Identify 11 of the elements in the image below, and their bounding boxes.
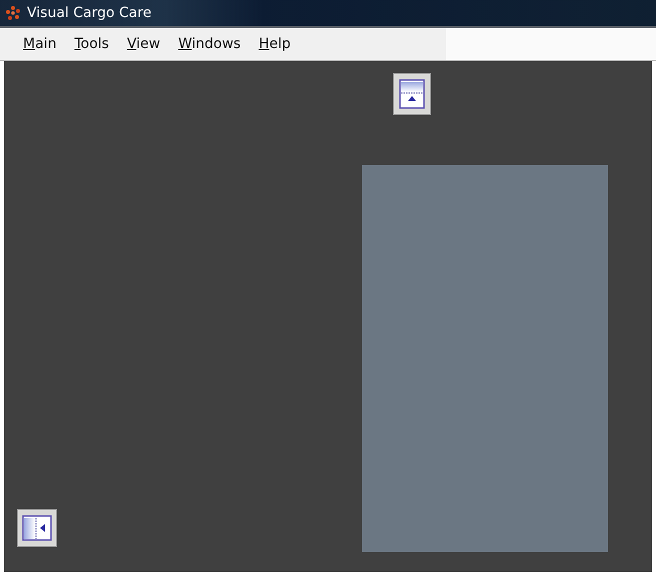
window-title: Visual Cargo Care: [27, 5, 152, 21]
app-logo-icon: [5, 5, 21, 21]
dock-top-button[interactable]: [393, 73, 431, 115]
menu-item[interactable]: Main: [14, 36, 66, 52]
panel-left-icon: [22, 515, 52, 541]
menu-item[interactable]: Windows: [169, 36, 250, 52]
dock-left-button[interactable]: [17, 509, 57, 547]
menu-item[interactable]: Tools: [65, 36, 118, 52]
menu-item[interactable]: View: [118, 36, 170, 52]
panel-up-icon: [399, 79, 425, 109]
menu-item[interactable]: Help: [250, 36, 300, 52]
